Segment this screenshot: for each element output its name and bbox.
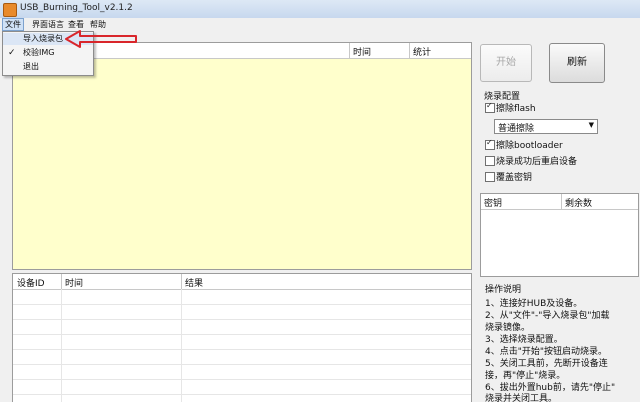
menu-file[interactable]: 文件 [2, 18, 24, 31]
log-col-time: 时间 [353, 48, 372, 58]
grid-line [13, 304, 471, 305]
column-divider [61, 274, 62, 289]
erase-bootloader-label: 擦除bootloader [496, 141, 563, 151]
title-bar: USB_Burning_Tool_v2.1.2 [0, 0, 640, 19]
menu-item-label: 退出 [23, 62, 39, 71]
erase-mode-select[interactable]: 普通擦除 ▼ [494, 119, 598, 134]
menu-item-exit[interactable]: 退出 [3, 61, 93, 73]
log-col-stats: 统计 [413, 48, 432, 58]
app-window: USB_Burning_Tool_v2.1.2 文件 界面语言 查看 帮助 时间… [0, 0, 640, 402]
help-line: 烧录并关闭工具。 [485, 394, 558, 402]
column-divider [349, 43, 350, 58]
column-divider [181, 274, 182, 289]
overwrite-key-checkbox[interactable] [485, 172, 495, 182]
window-title: USB_Burning_Tool_v2.1.2 [20, 3, 133, 13]
menu-interface-language[interactable]: 界面语言 [30, 19, 66, 30]
start-button[interactable]: 开始 [480, 44, 532, 82]
device-col-time: 时间 [65, 279, 84, 289]
reset-after-burn-checkbox[interactable] [485, 156, 495, 166]
grid-line [13, 319, 471, 320]
grid-line [13, 334, 471, 335]
device-col-result: 结果 [185, 279, 204, 289]
key-col-key: 密钥 [484, 199, 503, 209]
erase-mode-value: 普通擦除 [498, 124, 535, 134]
red-arrow-annotation-icon [65, 30, 137, 48]
chevron-down-icon: ▼ [588, 121, 594, 129]
column-divider [561, 194, 562, 209]
key-col-remaining: 剩余数 [565, 199, 593, 209]
reset-after-burn-label: 烧录成功后重启设备 [496, 157, 578, 167]
grid-line [61, 289, 62, 402]
refresh-button[interactable]: 刷新 [549, 43, 605, 83]
grid-line [13, 379, 471, 380]
device-header: 设备ID 时间 结果 [13, 274, 471, 290]
checkmark-icon: ✓ [8, 48, 16, 58]
column-divider [409, 43, 410, 58]
key-table[interactable]: 密钥 剩余数 [480, 193, 639, 277]
app-icon [3, 3, 17, 17]
help-title: 操作说明 [485, 285, 522, 295]
erase-bootloader-checkbox[interactable] [485, 138, 495, 150]
log-panel[interactable]: 时间 统计 [12, 42, 472, 270]
grid-line [13, 394, 471, 395]
menu-item-label: 校验IMG [23, 48, 55, 57]
device-table[interactable]: 设备ID 时间 结果 [12, 273, 472, 402]
key-header: 密钥 剩余数 [481, 194, 638, 210]
device-col-id: 设备ID [17, 279, 45, 289]
erase-flash-label: 擦除flash [496, 104, 536, 114]
grid-line [13, 349, 471, 350]
grid-line [13, 364, 471, 365]
menu-item-label: 导入烧录包 [23, 34, 63, 43]
overwrite-key-label: 覆盖密钥 [496, 173, 533, 183]
grid-line [181, 289, 182, 402]
erase-flash-checkbox[interactable] [485, 101, 495, 113]
